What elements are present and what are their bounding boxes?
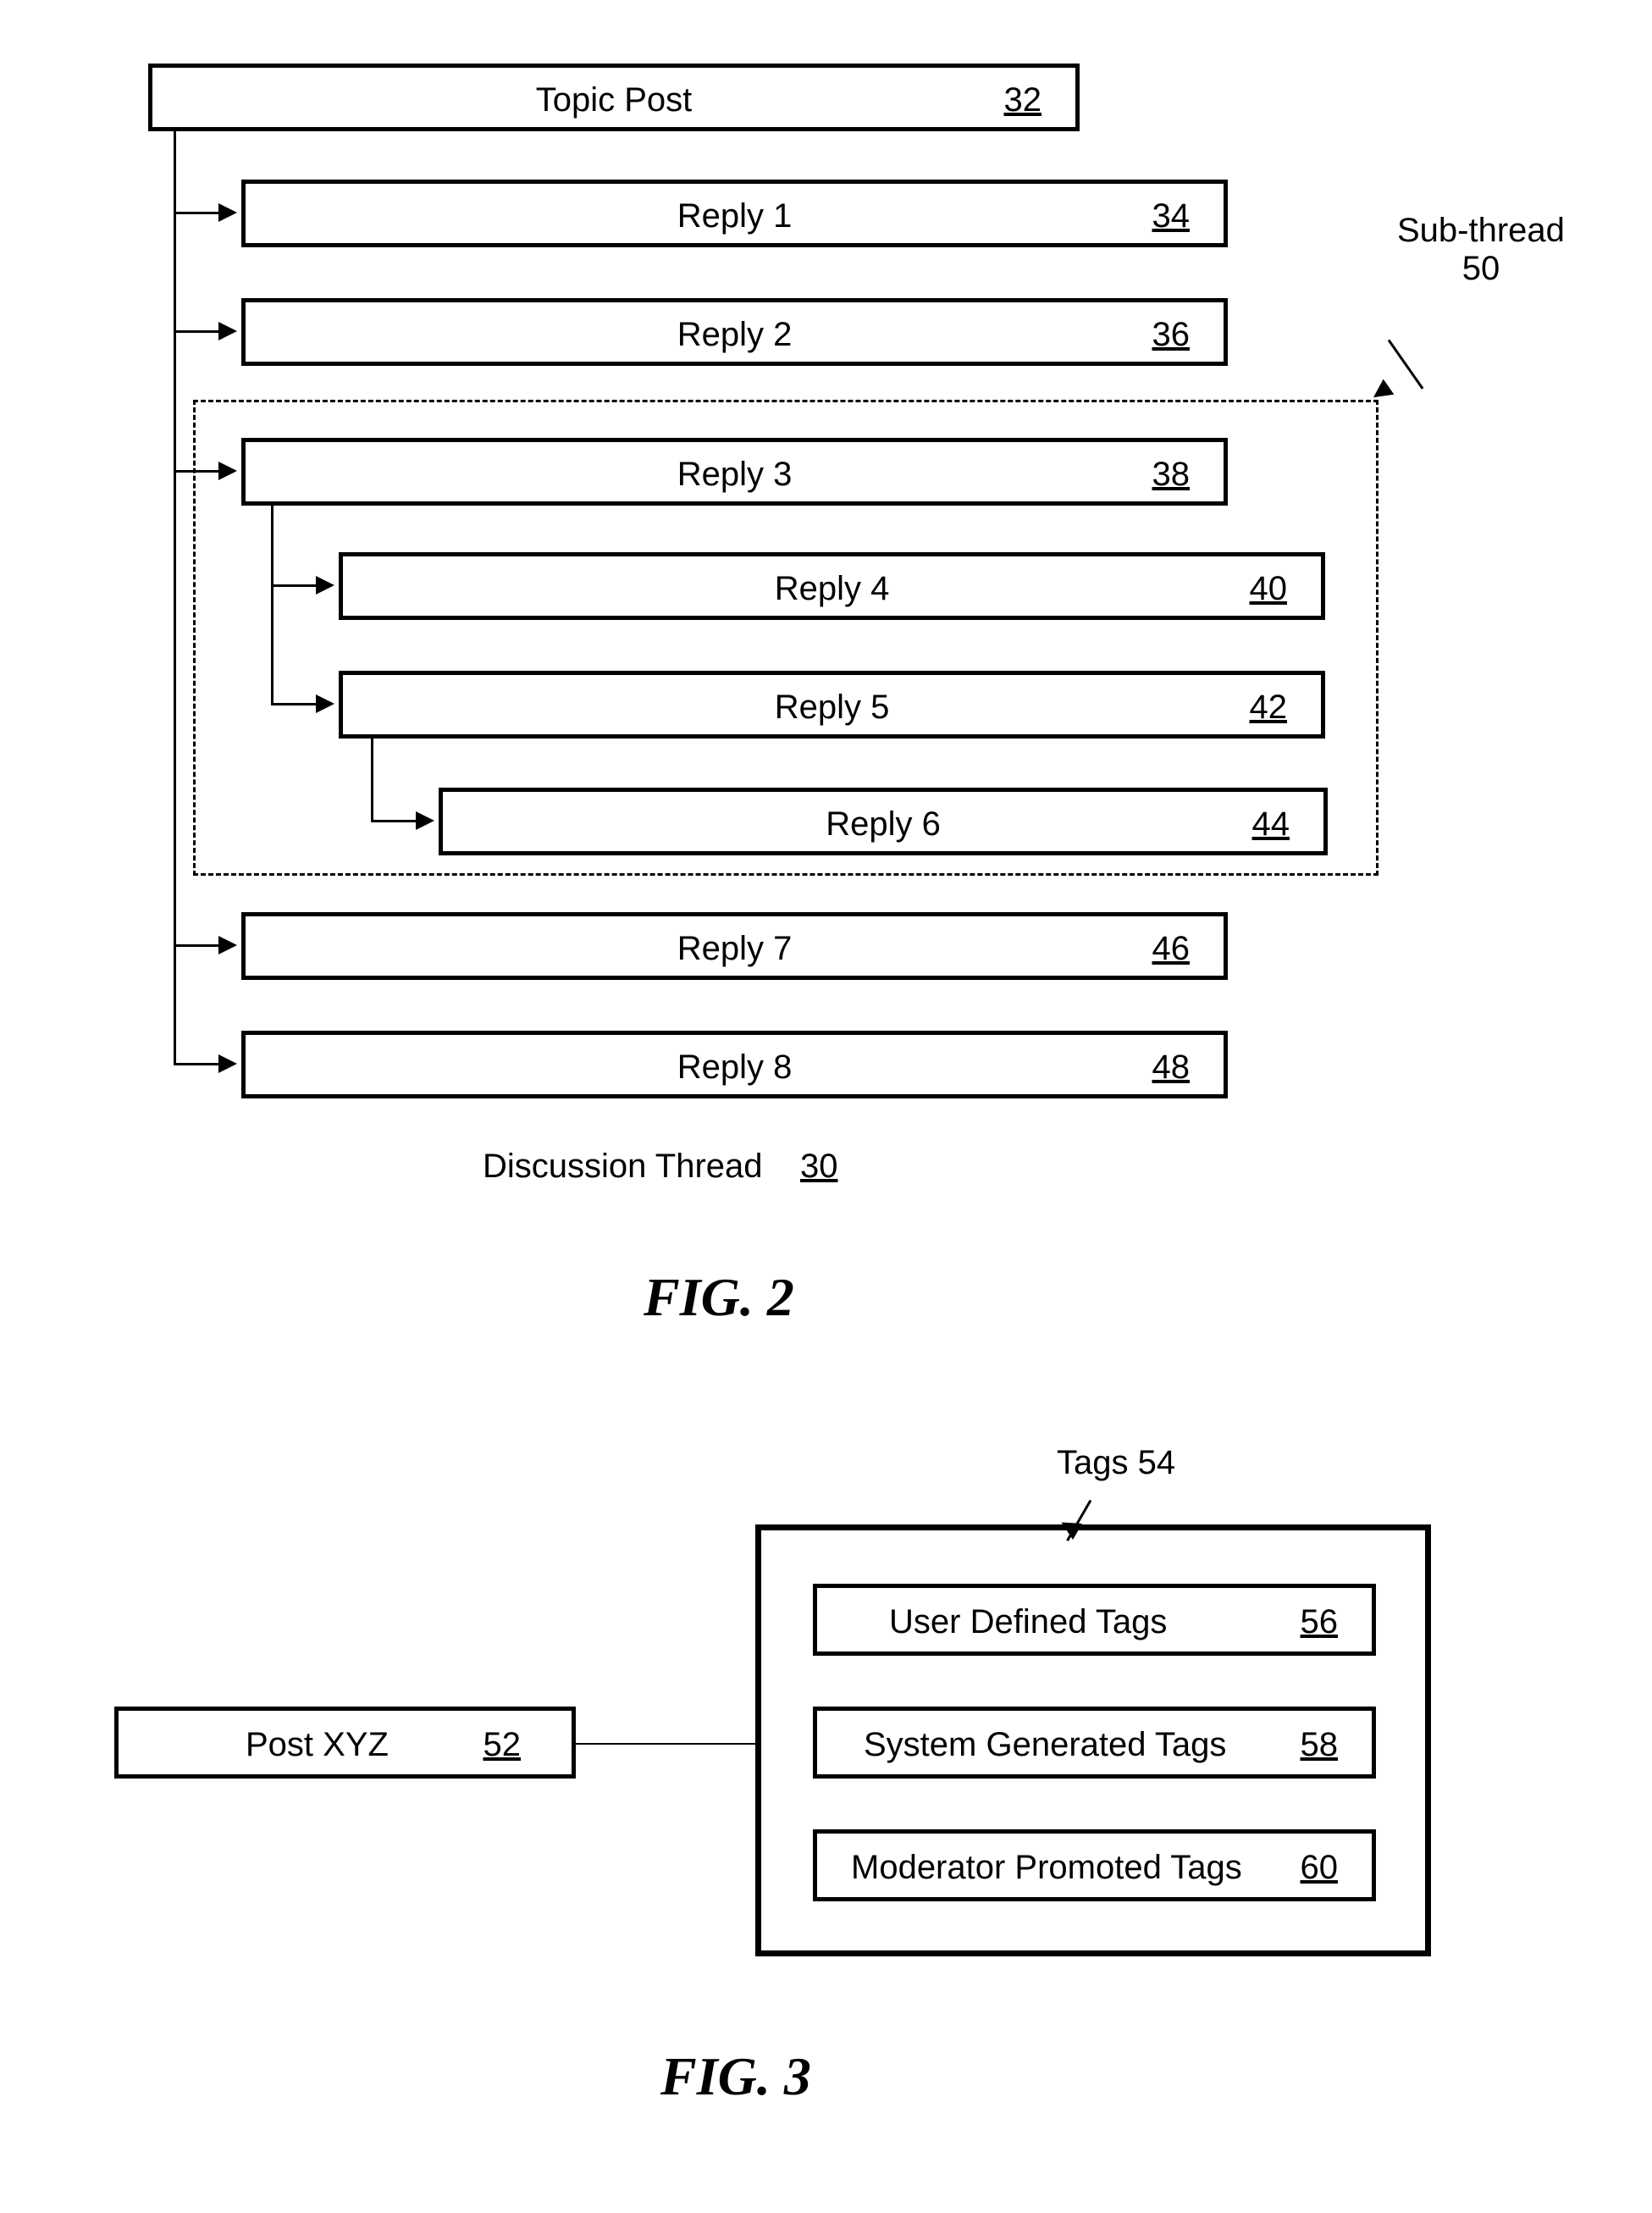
node-ref: 48 <box>1152 1048 1191 1087</box>
tags-item-ref: 58 <box>1301 1726 1339 1764</box>
subthread-ref: 50 <box>1462 250 1500 287</box>
arrow-icon <box>218 1054 237 1073</box>
node-label: Reply 1 <box>677 197 793 235</box>
tags-item-user-defined: User Defined Tags 56 <box>813 1584 1376 1656</box>
arrow-icon <box>218 936 237 954</box>
node-reply: Reply 3 38 <box>241 438 1228 506</box>
connector-line <box>174 131 176 1063</box>
tags-item-system-generated: System Generated Tags 58 <box>813 1707 1376 1779</box>
node-label: Reply 6 <box>826 805 941 844</box>
node-ref: 36 <box>1152 316 1191 354</box>
node-reply: Reply 8 48 <box>241 1031 1228 1098</box>
node-label: Reply 2 <box>677 316 793 354</box>
fig2-caption-label: Discussion Thread <box>483 1148 763 1185</box>
node-label: Reply 3 <box>677 456 793 494</box>
node-label: Post XYZ <box>246 1726 389 1764</box>
node-ref: 42 <box>1250 689 1288 727</box>
tags-item-ref: 56 <box>1301 1603 1339 1641</box>
leader-line <box>1388 340 1424 390</box>
node-label: Reply 5 <box>775 689 890 727</box>
tags-item-moderator-promoted: Moderator Promoted Tags 60 <box>813 1829 1376 1901</box>
diagram-canvas: Sub-thread 50 Topic Post 32 Reply 1 34 R… <box>0 0 1652 2213</box>
fig2-caption-ref: 30 <box>800 1148 838 1185</box>
connector-line <box>174 330 220 333</box>
fig2-caption: Discussion Thread 30 <box>483 1148 837 1186</box>
node-ref: 38 <box>1152 456 1191 494</box>
subthread-label: Sub-thread 50 <box>1397 212 1565 288</box>
tags-item-label: Moderator Promoted Tags <box>851 1849 1242 1887</box>
node-ref: 32 <box>1004 81 1042 119</box>
node-reply: Reply 2 36 <box>241 298 1228 366</box>
node-topic-post: Topic Post 32 <box>148 64 1080 131</box>
connector-line <box>174 944 220 947</box>
tags-item-ref: 60 <box>1301 1849 1339 1887</box>
node-label: Reply 4 <box>775 570 890 608</box>
node-reply: Reply 4 40 <box>339 552 1325 620</box>
node-reply: Reply 6 44 <box>439 788 1328 855</box>
fig2-title: FIG. 2 <box>644 1266 794 1329</box>
node-ref: 34 <box>1152 197 1191 235</box>
node-post-xyz: Post XYZ 52 <box>114 1707 576 1779</box>
tags-item-label: System Generated Tags <box>864 1726 1226 1764</box>
subthread-label-text: Sub-thread <box>1397 212 1565 249</box>
tags-item-label: User Defined Tags <box>889 1603 1167 1641</box>
connector-line <box>576 1743 755 1745</box>
arrow-icon <box>218 203 237 222</box>
node-ref: 52 <box>483 1726 522 1764</box>
arrow-icon <box>218 322 237 340</box>
node-label: Topic Post <box>536 81 693 119</box>
node-reply: Reply 7 46 <box>241 912 1228 980</box>
node-reply: Reply 1 34 <box>241 180 1228 247</box>
node-ref: 44 <box>1252 805 1290 844</box>
node-ref: 46 <box>1152 930 1191 968</box>
node-label: Reply 8 <box>677 1048 793 1087</box>
node-ref: 40 <box>1250 570 1288 608</box>
fig3-title: FIG. 3 <box>660 2045 811 2108</box>
tags-label: Tags 54 <box>1057 1444 1175 1482</box>
node-label: Reply 7 <box>677 930 793 968</box>
node-reply: Reply 5 42 <box>339 671 1325 739</box>
connector-line <box>174 212 220 214</box>
connector-line <box>174 1063 220 1065</box>
